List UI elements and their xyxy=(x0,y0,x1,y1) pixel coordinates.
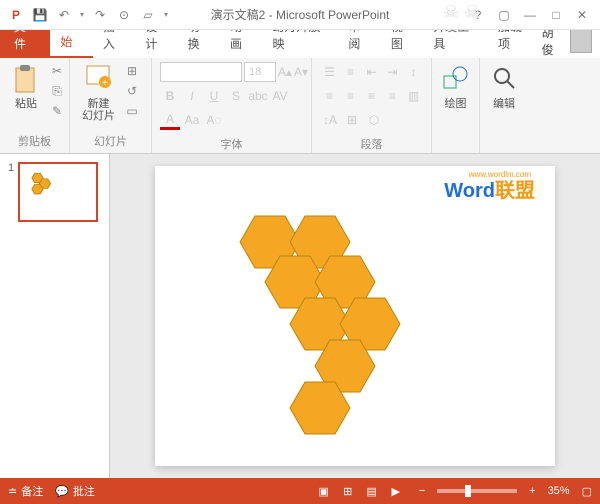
normal-view-icon[interactable]: ▣ xyxy=(313,482,335,500)
slide-thumbnail[interactable] xyxy=(18,162,98,222)
bold-icon[interactable]: B xyxy=(160,86,180,106)
comments-button[interactable]: 💬批注 xyxy=(55,483,95,499)
ribbon: 粘贴 ✂ ⎘ ✎ 剪贴板 + 新建 幻灯片 ⊞ ↺ ▭ 幻灯片 xyxy=(0,58,600,154)
redo-icon[interactable]: ↷ xyxy=(92,7,108,23)
smartart-icon[interactable]: ⬡ xyxy=(364,110,384,130)
group-label: 字体 xyxy=(160,136,303,152)
decorative-skull-icon: ☠ ☠ xyxy=(443,2,480,23)
line-spacing-icon[interactable]: ↕ xyxy=(404,62,423,82)
align-right-icon[interactable]: ≡ xyxy=(362,86,381,106)
indent-dec-icon[interactable]: ⇤ xyxy=(362,62,381,82)
slide-canvas[interactable]: www.wordlm.com Word联盟 xyxy=(155,166,555,466)
group-label: 段落 xyxy=(320,136,423,152)
editing-button[interactable]: 编辑 xyxy=(488,62,520,112)
zoom-slider[interactable] xyxy=(437,489,517,493)
indent-inc-icon[interactable]: ⇥ xyxy=(383,62,402,82)
close-icon[interactable]: ✕ xyxy=(572,5,592,25)
format-painter-icon[interactable]: ✎ xyxy=(48,102,66,120)
group-paragraph: ☰ ≡ ⇤ ⇥ ↕ ≡ ≡ ≡ ≡ ▥ ↕A ⊞ ⬡ 段落 xyxy=(312,58,432,153)
paste-icon xyxy=(12,64,40,96)
zoom-level[interactable]: 35% xyxy=(548,485,570,497)
group-drawing: 绘图 xyxy=(432,58,480,153)
view-buttons: ▣ ⊞ ▤ ▶ xyxy=(313,482,407,500)
title-bar: P 💾 ↶▾ ↷ ⊙ ▱ ▾ ☠ ☠ 演示文稿2 - Microsoft Pow… xyxy=(0,0,600,30)
align-left-icon[interactable]: ≡ xyxy=(320,86,339,106)
bullets-icon[interactable]: ☰ xyxy=(320,62,339,82)
strikethrough-icon[interactable]: S xyxy=(226,86,246,106)
window-controls: ? ▢ — □ ✕ xyxy=(468,5,600,25)
group-label: 幻灯片 xyxy=(78,133,143,149)
quick-access-toolbar: P 💾 ↶▾ ↷ ⊙ ▱ ▾ xyxy=(0,7,168,23)
hexagon-shapes[interactable] xyxy=(155,166,555,466)
group-editing: 编辑 xyxy=(480,58,528,153)
maximize-icon[interactable]: □ xyxy=(546,5,566,25)
zoom-out-icon[interactable]: − xyxy=(419,485,425,497)
justify-icon[interactable]: ≡ xyxy=(383,86,402,106)
numbering-icon[interactable]: ≡ xyxy=(341,62,360,82)
watermark-logo: Word联盟 xyxy=(444,174,535,203)
comments-icon: 💬 xyxy=(55,485,69,498)
avatar[interactable] xyxy=(570,29,592,53)
save-icon[interactable]: 💾 xyxy=(32,7,48,23)
italic-icon[interactable]: I xyxy=(182,86,202,106)
section-icon[interactable]: ▭ xyxy=(123,102,141,120)
drawing-button[interactable]: 绘图 xyxy=(440,62,471,112)
font-size-select[interactable] xyxy=(244,62,276,82)
minimize-icon[interactable]: — xyxy=(520,5,540,25)
workspace: 1 www.wordlm.com Word联盟 xyxy=(0,154,600,478)
align-text-icon[interactable]: ⊞ xyxy=(342,110,362,130)
align-center-icon[interactable]: ≡ xyxy=(341,86,360,106)
text-direction-icon[interactable]: ↕A xyxy=(320,110,340,130)
clear-format-icon[interactable]: A◌ xyxy=(204,110,224,130)
new-slide-button[interactable]: + 新建 幻灯片 xyxy=(78,62,119,124)
group-slides: + 新建 幻灯片 ⊞ ↺ ▭ 幻灯片 xyxy=(70,58,152,153)
underline-icon[interactable]: U xyxy=(204,86,224,106)
shadow-icon[interactable]: abc xyxy=(248,86,268,106)
app-icon[interactable]: P xyxy=(8,7,24,23)
change-case-icon[interactable]: Aa xyxy=(182,110,202,130)
layout-icon[interactable]: ⊞ xyxy=(123,62,141,80)
paste-button[interactable]: 粘贴 xyxy=(8,62,44,112)
undo-icon[interactable]: ↶ xyxy=(56,7,72,23)
fit-to-window-icon[interactable]: ▢ xyxy=(582,485,592,498)
start-from-beginning-icon[interactable]: ⊙ xyxy=(116,7,132,23)
zoom-in-icon[interactable]: + xyxy=(529,485,535,497)
new-slide-icon: + xyxy=(85,64,113,96)
status-bar: ≐备注 💬批注 ▣ ⊞ ▤ ▶ − + 35% ▢ xyxy=(0,478,600,504)
slide-number: 1 xyxy=(8,162,14,222)
reading-view-icon[interactable]: ▤ xyxy=(361,482,383,500)
font-color-icon[interactable]: A xyxy=(160,110,180,130)
find-icon xyxy=(490,64,518,96)
svg-text:+: + xyxy=(102,78,108,89)
qat-customize-icon[interactable]: ▾ xyxy=(164,10,168,19)
reset-icon[interactable]: ↺ xyxy=(123,82,141,100)
canvas-area[interactable]: www.wordlm.com Word联盟 xyxy=(110,154,600,478)
columns-icon[interactable]: ▥ xyxy=(404,86,423,106)
slideshow-view-icon[interactable]: ▶ xyxy=(385,482,407,500)
shrink-font-icon[interactable]: A▾ xyxy=(294,62,308,82)
sorter-view-icon[interactable]: ⊞ xyxy=(337,482,359,500)
ribbon-tabs: 文件 开始 插入 设计 切换 动画 幻灯片放映 审阅 视图 开发工具 加载项 胡… xyxy=(0,30,600,58)
group-label: 剪贴板 xyxy=(8,133,61,149)
font-name-select[interactable] xyxy=(160,62,242,82)
window-title: 演示文稿2 - Microsoft PowerPoint xyxy=(211,6,390,23)
blank-icon[interactable]: ▱ xyxy=(140,7,156,23)
notes-icon: ≐ xyxy=(8,485,17,498)
group-clipboard: 粘贴 ✂ ⎘ ✎ 剪贴板 xyxy=(0,58,70,153)
notes-button[interactable]: ≐备注 xyxy=(8,483,43,499)
grow-font-icon[interactable]: A▴ xyxy=(278,62,292,82)
spacing-icon[interactable]: AV xyxy=(270,86,290,106)
group-font: A▴ A▾ B I U S abc AV A Aa A◌ 字体 xyxy=(152,58,312,153)
cut-icon[interactable]: ✂ xyxy=(48,62,66,80)
shapes-icon xyxy=(442,64,470,96)
copy-icon[interactable]: ⎘ xyxy=(48,82,66,100)
thumbnail-panel: 1 xyxy=(0,154,110,478)
ribbon-display-icon[interactable]: ▢ xyxy=(494,5,514,25)
